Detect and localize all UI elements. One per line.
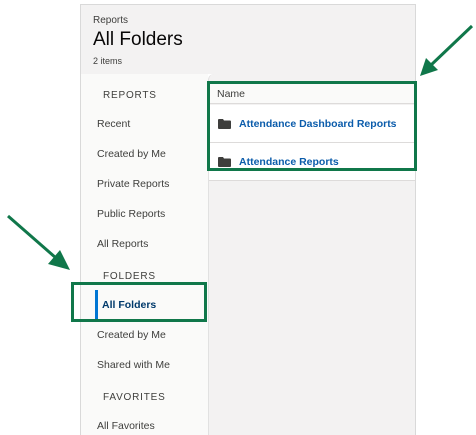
sidebar-item-all-folders[interactable]: All Folders xyxy=(81,290,208,320)
page-title: All Folders xyxy=(93,29,183,50)
folder-icon xyxy=(218,156,231,167)
sidebar-item-label: All Folders xyxy=(102,299,157,311)
annotation-arrow-icon xyxy=(7,214,70,270)
folder-icon xyxy=(218,118,231,129)
table-row[interactable]: Attendance Dashboard Reports xyxy=(209,105,415,143)
sidebar-item-shared-with-me[interactable]: Shared with Me xyxy=(81,350,208,380)
section-heading-favorites: FAVORITES xyxy=(103,392,166,403)
sidebar-item-all-reports[interactable]: All Reports xyxy=(81,229,208,259)
section-heading-reports: REPORTS xyxy=(103,90,157,101)
sidebar-item-all-favorites[interactable]: All Favorites xyxy=(81,411,208,435)
breadcrumb[interactable]: Reports xyxy=(93,15,128,26)
sidebar-nav: REPORTS Recent Created by Me Private Rep… xyxy=(81,74,208,435)
folders-list-view: Name Attendance Dashboard Reports Attend… xyxy=(208,74,415,435)
sidebar-item-private-reports[interactable]: Private Reports xyxy=(81,169,208,199)
annotation-arrow-icon xyxy=(420,24,474,76)
folder-link[interactable]: Attendance Dashboard Reports xyxy=(239,118,397,130)
item-count: 2 items xyxy=(93,56,123,66)
sidebar-item-public-reports[interactable]: Public Reports xyxy=(81,199,208,229)
reports-app-frame: Reports All Folders 2 items REPORTS Rece… xyxy=(80,4,416,435)
folder-link[interactable]: Attendance Reports xyxy=(239,156,339,168)
table-row[interactable]: Attendance Reports xyxy=(209,143,415,181)
sidebar-item-recent[interactable]: Recent xyxy=(81,109,208,139)
active-indicator xyxy=(95,290,98,320)
column-header-name[interactable]: Name xyxy=(209,84,415,104)
sidebar-item-created-by-me[interactable]: Created by Me xyxy=(81,139,208,169)
page-header: Reports All Folders 2 items xyxy=(81,5,415,74)
sidebar-item-folders-created-by-me[interactable]: Created by Me xyxy=(81,320,208,350)
section-heading-folders: FOLDERS xyxy=(103,271,156,282)
